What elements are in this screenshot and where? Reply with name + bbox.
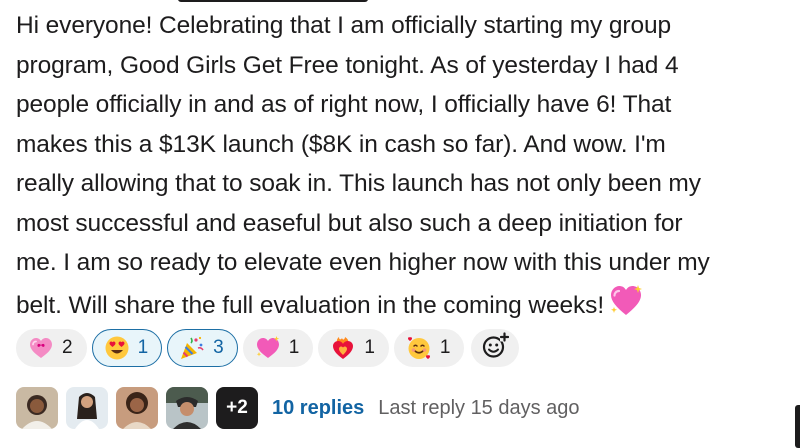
add-reaction-icon	[481, 331, 510, 365]
reaction-sparkling-heart[interactable]: 1	[242, 329, 314, 367]
message-line: makes this a $13K launch ($8K in cash so…	[16, 130, 666, 158]
message-line: really allowing that to soak in. This la…	[16, 170, 701, 197]
reactions-bar: 2 1 3 1 1 1	[16, 329, 520, 367]
last-reply-time: Last reply 15 days ago	[378, 396, 580, 419]
scrollbar-edge[interactable]	[795, 405, 800, 448]
reaction-count: 1	[288, 337, 300, 358]
heart-on-fire-icon	[330, 335, 356, 361]
add-reaction-button[interactable]	[471, 329, 520, 367]
reaction-smiling-face-with-hearts[interactable]: 1	[393, 329, 465, 367]
reaction-count: 1	[364, 337, 375, 358]
party-popper-icon	[179, 335, 205, 361]
avatar	[166, 387, 208, 429]
reaction-heart-with-ribbon[interactable]: 2	[16, 329, 87, 367]
smiling-face-with-hearts-icon	[406, 335, 432, 361]
message-line-last: belt. Will share the full evaluation in …	[16, 283, 786, 332]
heart-eyes-icon	[104, 335, 130, 361]
previous-text-fragment	[178, 0, 368, 2]
avatar	[66, 387, 108, 429]
message-line-text: belt. Will share the full evaluation in …	[16, 291, 605, 319]
reaction-count: 3	[213, 337, 224, 358]
reaction-count: 2	[62, 337, 73, 358]
replies-link[interactable]: 10 replies	[272, 397, 364, 420]
message-line: me. I am so ready to elevate even higher…	[16, 249, 710, 276]
more-participants-badge: +2	[216, 387, 258, 429]
reaction-heart-on-fire[interactable]: 1	[318, 329, 389, 367]
message-line: people officially in and as of right now…	[16, 91, 672, 118]
message-line: program, Good Girls Get Free tonight. As…	[16, 51, 679, 79]
message-line: most successful and easeful but also suc…	[16, 209, 683, 237]
sparkling-heart-icon	[608, 283, 644, 332]
thread-summary[interactable]: +2 10 replies Last reply 15 days ago	[16, 387, 580, 429]
avatar	[16, 387, 58, 429]
reaction-heart-eyes[interactable]: 1	[91, 329, 163, 367]
reaction-party-popper[interactable]: 3	[167, 329, 238, 367]
sparkling-heart-icon	[255, 335, 281, 361]
message-line: Hi everyone! Celebrating that I am offic…	[16, 12, 672, 39]
heart-with-ribbon-icon	[28, 335, 54, 361]
reaction-count: 1	[137, 337, 149, 358]
reaction-count: 1	[439, 337, 451, 358]
avatar	[116, 387, 158, 429]
message-body: Hi everyone! Celebrating that I am offic…	[16, 6, 786, 331]
